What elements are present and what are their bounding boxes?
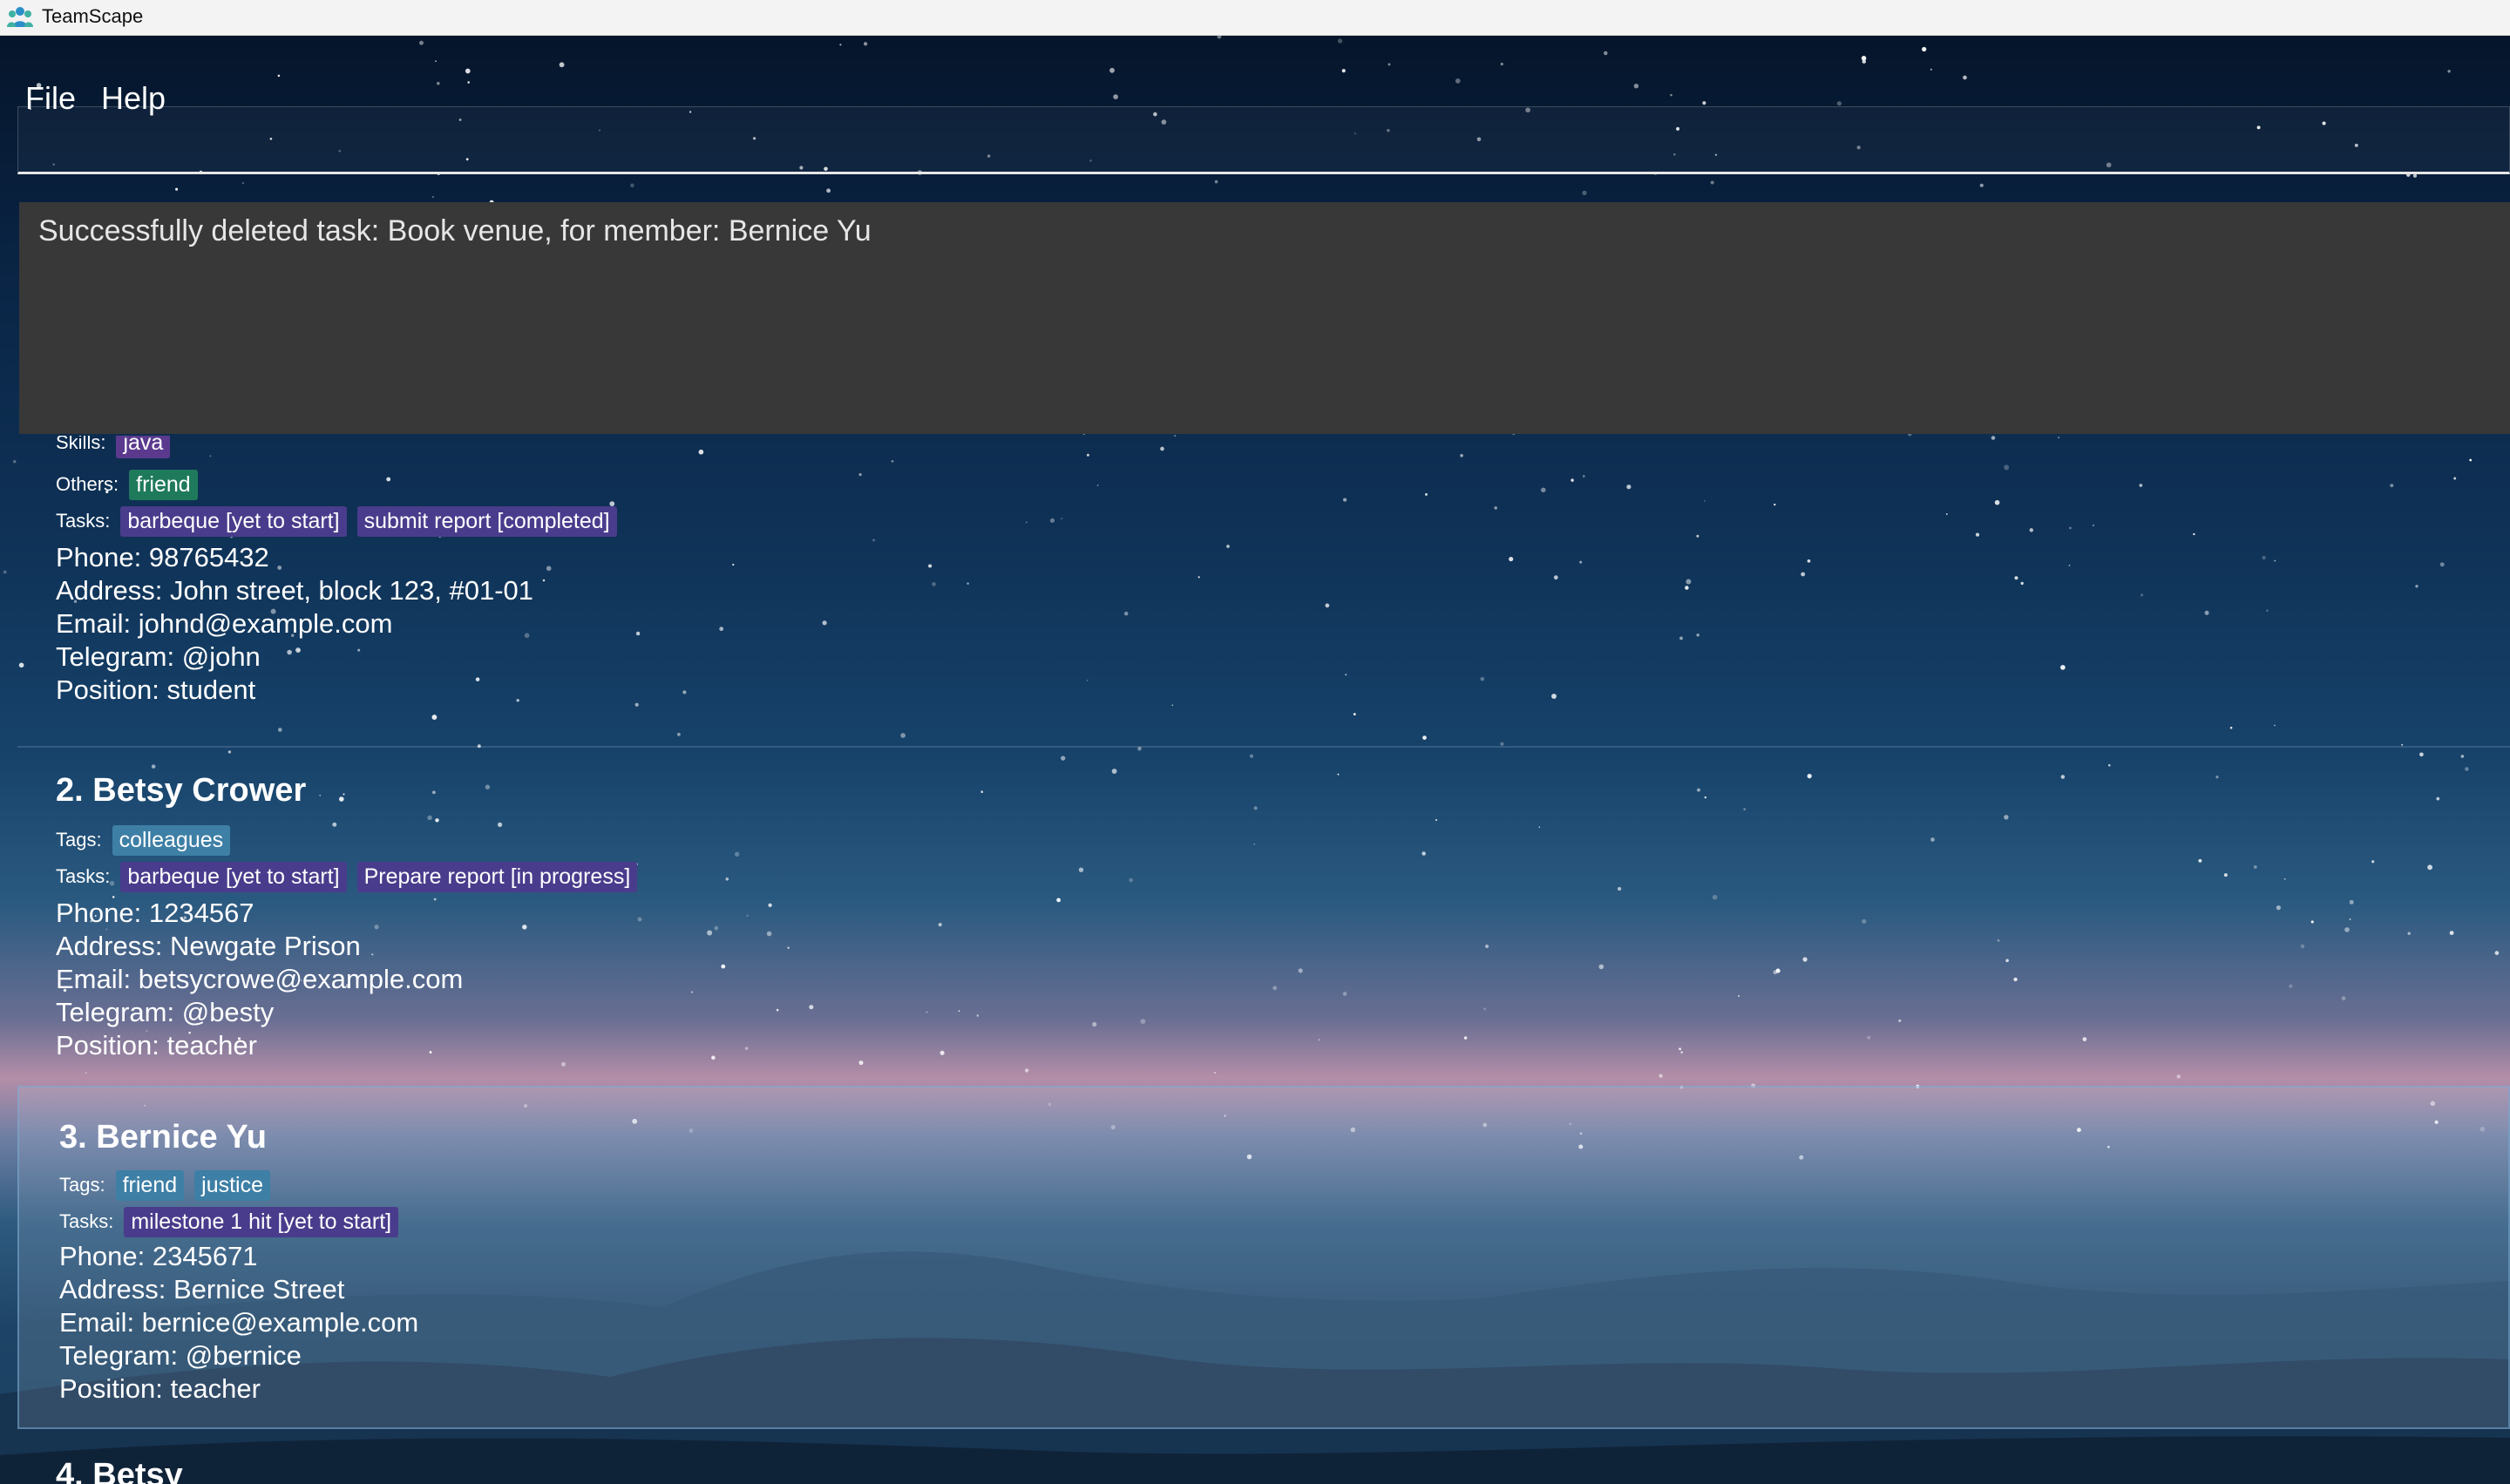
star bbox=[175, 187, 179, 191]
star bbox=[630, 183, 634, 188]
tags-label: Tags: bbox=[56, 829, 102, 850]
star bbox=[826, 188, 831, 193]
tasks-label: Tasks: bbox=[56, 510, 111, 532]
email-text: Email: johnd@example.com bbox=[56, 608, 393, 639]
position-text: Position: teacher bbox=[56, 1030, 257, 1060]
window-title-bar: TeamScape bbox=[0, 0, 2510, 36]
skills-label: Skills: bbox=[56, 434, 106, 453]
person-list[interactable]: Skills: java Others: friend Tasks: barbe… bbox=[0, 434, 2510, 1484]
result-message: Successfully deleted task: Book venue, f… bbox=[38, 214, 872, 247]
person-card-selected[interactable]: 3. Bernice Yu Tags: friend justice Tasks… bbox=[17, 1086, 2510, 1429]
address-text: Address: John street, block 123, #01-01 bbox=[56, 575, 533, 606]
position-text: Position: teacher bbox=[59, 1373, 261, 1404]
phone-text: Phone: 2345671 bbox=[59, 1241, 258, 1271]
task-chip: submit report [completed] bbox=[356, 505, 617, 537]
task-chip: barbeque [yet to start] bbox=[120, 505, 347, 537]
person-card[interactable]: Skills: java Others: friend Tasks: barbe… bbox=[0, 434, 2510, 748]
telegram-text: Telegram: @john bbox=[56, 641, 261, 672]
star bbox=[241, 182, 244, 185]
tasks-label: Tasks: bbox=[56, 865, 111, 887]
command-box[interactable] bbox=[17, 106, 2510, 174]
telegram-text: Telegram: @besty bbox=[56, 997, 275, 1027]
tag-chip: justice bbox=[194, 1169, 271, 1201]
others-row: Others: friend bbox=[56, 467, 208, 502]
person-name: 2. Betsy Crower bbox=[56, 772, 307, 809]
tag-chip: colleagues bbox=[112, 824, 231, 856]
other-chip: friend bbox=[129, 469, 198, 500]
star bbox=[1710, 180, 1714, 185]
others-label: Others: bbox=[56, 473, 119, 495]
email-text: Email: betsycrowe@example.com bbox=[56, 964, 464, 994]
person-card[interactable]: 4. Betsy bbox=[0, 1450, 2510, 1484]
tags-label: Tags: bbox=[59, 1174, 105, 1196]
tasks-row: Tasks: milestone 1 hit [yet to start] bbox=[59, 1204, 409, 1239]
email-text: Email: bernice@example.com bbox=[59, 1307, 419, 1338]
address-text: Address: Bernice Street bbox=[59, 1274, 345, 1304]
star bbox=[1979, 183, 1984, 187]
tasks-row: Tasks: barbeque [yet to start] Prepare r… bbox=[56, 859, 648, 894]
telegram-text: Telegram: @bernice bbox=[59, 1340, 302, 1371]
star bbox=[2412, 173, 2418, 178]
tasks-label: Tasks: bbox=[59, 1210, 114, 1232]
star bbox=[1582, 190, 1587, 196]
skills-row: Skills: java bbox=[56, 434, 180, 460]
person-name: 3. Bernice Yu bbox=[59, 1119, 267, 1155]
task-chip: Prepare report [in progress] bbox=[356, 861, 638, 892]
position-text: Position: student bbox=[56, 674, 256, 705]
window-title: TeamScape bbox=[42, 5, 144, 27]
phone-text: Phone: 98765432 bbox=[56, 542, 269, 573]
command-input[interactable] bbox=[18, 107, 2509, 172]
menu-bar: File Help bbox=[0, 35, 2510, 116]
team-people-icon bbox=[7, 7, 33, 27]
address-text: Address: Newgate Prison bbox=[56, 931, 361, 961]
skill-chip: java bbox=[116, 436, 171, 458]
star bbox=[431, 195, 434, 199]
tags-row: Tags: friend justice bbox=[59, 1168, 281, 1203]
tag-chip: friend bbox=[115, 1169, 185, 1201]
result-display: Successfully deleted task: Book venue, f… bbox=[19, 202, 2510, 434]
task-chip: milestone 1 hit [yet to start] bbox=[124, 1206, 399, 1237]
tags-row: Tags: colleagues bbox=[56, 823, 241, 857]
task-chip: barbeque [yet to start] bbox=[120, 861, 347, 892]
person-card[interactable]: 2. Betsy Crower Tags: colleagues Tasks: … bbox=[0, 748, 2510, 1088]
person-name: 4. Betsy bbox=[56, 1457, 183, 1484]
star bbox=[1214, 180, 1218, 184]
phone-text: Phone: 1234567 bbox=[56, 898, 254, 928]
tasks-row: Tasks: barbeque [yet to start] submit re… bbox=[56, 504, 628, 539]
